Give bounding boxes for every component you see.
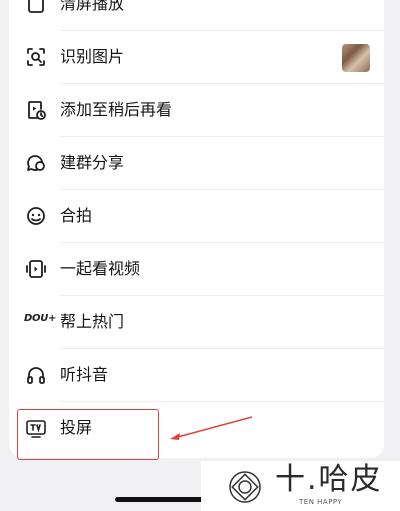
more-options-panel: 清屏播放 识别图片 添加至稍后再看 建群分享 合拍 一起看视频 DOU+ 帮上热…: [9, 0, 384, 458]
menu-item-label: 一起看视频: [60, 259, 141, 278]
menu-item-label: 清屏播放: [60, 0, 125, 13]
duet-icon: [25, 205, 47, 227]
menu-item-group-share[interactable]: 建群分享: [9, 137, 384, 190]
group-share-icon: [25, 152, 47, 174]
menu-item-label: 建群分享: [60, 153, 125, 172]
menu-item-label: 帮上热门: [60, 312, 125, 331]
menu-item-label: 听抖音: [60, 365, 109, 384]
watch-later-icon: [25, 99, 47, 121]
recognized-image-thumbnail: [342, 44, 370, 72]
watermark-title: 十.哈皮: [275, 462, 383, 497]
menu-item-dou-plus[interactable]: DOU+ 帮上热门: [9, 296, 384, 349]
watermark: 十.哈皮 TEN HAPPY: [201, 461, 400, 511]
menu-item-label: 识别图片: [60, 47, 125, 66]
watermark-subtitle: TEN HAPPY: [299, 498, 343, 506]
menu-item-clear-screen[interactable]: 清屏播放: [9, 0, 384, 31]
annotation-arrow: [170, 416, 253, 440]
menu-item-watch-together[interactable]: 一起看视频: [9, 243, 384, 296]
scan-image-icon: [25, 46, 47, 68]
clear-screen-icon: [25, 0, 47, 15]
headphones-icon: [25, 364, 47, 386]
highlight-box: [17, 409, 159, 460]
dou-plus-icon: DOU+: [24, 313, 57, 324]
menu-item-duet[interactable]: 合拍: [9, 190, 384, 243]
menu-item-watch-later[interactable]: 添加至稍后再看: [9, 84, 384, 137]
menu-item-label: 合拍: [60, 206, 93, 225]
menu-item-label: 添加至稍后再看: [60, 100, 173, 119]
watch-together-icon: [25, 258, 47, 280]
menu-item-recognize-image[interactable]: 识别图片: [9, 31, 384, 84]
menu-item-listen[interactable]: 听抖音: [9, 349, 384, 402]
watermark-logo: [229, 471, 261, 503]
